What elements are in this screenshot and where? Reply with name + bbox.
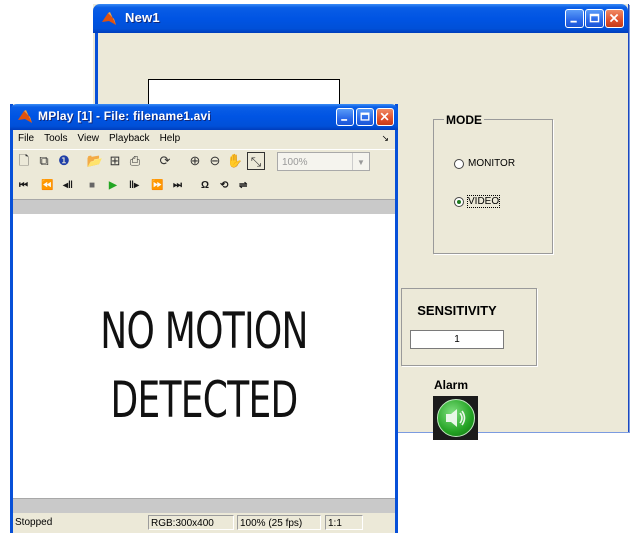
snapshot-icon[interactable]: ⎙	[126, 152, 144, 170]
alarm-label: Alarm	[434, 378, 469, 392]
mplay-title: MPlay [1] - File: filename1.avi	[38, 109, 211, 123]
close-button[interactable]	[605, 9, 624, 28]
radio-video-indicator[interactable]	[454, 196, 464, 207]
sensitivity-input[interactable]: 1	[410, 330, 504, 349]
status-bar: Stopped RGB:300x400 100% (25 fps) 1:1	[13, 513, 395, 533]
refresh-icon[interactable]: ⟳	[156, 152, 174, 170]
maximize-button[interactable]	[585, 9, 604, 28]
sensitivity-title: SENSITIVITY	[417, 303, 497, 318]
alarm-indicator	[437, 399, 475, 437]
radio-monitor-label: MONITOR	[468, 158, 516, 169]
radio-video[interactable]: VIDEO	[454, 195, 501, 208]
video-message-line2: DETECTED	[110, 371, 298, 429]
close-button[interactable]	[376, 108, 394, 126]
alarm-button[interactable]	[433, 396, 478, 440]
status-state: Stopped	[15, 517, 53, 528]
menu-file[interactable]: File	[13, 130, 39, 147]
zoom-in-icon[interactable]: ⊕	[186, 152, 204, 170]
fit-to-window-icon[interactable]: ⤡	[247, 152, 265, 170]
go-to-end-icon[interactable]: ⏭	[173, 178, 182, 194]
video-display: NO MOTION DETECTED	[13, 214, 395, 498]
radio-monitor-indicator[interactable]	[454, 158, 464, 169]
video-message-line1: NO MOTION	[100, 302, 308, 360]
jump-icon[interactable]: Ω	[201, 178, 209, 194]
video-top-border	[13, 199, 395, 214]
new1-titlebar[interactable]: New1	[93, 4, 628, 33]
mode-title: MODE	[444, 113, 484, 127]
video-bottom-border	[13, 498, 395, 513]
speaker-icon	[446, 409, 466, 427]
minimize-button[interactable]	[565, 9, 584, 28]
info-icon[interactable]: ❶	[55, 152, 73, 170]
mplay-titlebar[interactable]: MPlay [1] - File: filename1.avi	[10, 104, 398, 130]
new1-title: New1	[125, 10, 160, 25]
mplay-window: MPlay [1] - File: filename1.avi File Too…	[10, 104, 398, 533]
main-toolbar: 🗋 ⧉ ❶ 📂 ⊞ ⎙ ⟳ ⊕ ⊖ ✋ ⤡ 100% ▼	[13, 149, 395, 174]
new-file-icon[interactable]: 🗋	[15, 152, 33, 170]
matlab-logo-icon	[102, 12, 116, 25]
menu-tools[interactable]: Tools	[39, 130, 72, 147]
dock-arrow-icon[interactable]: ↘	[381, 133, 389, 144]
menu-view[interactable]: View	[72, 130, 104, 147]
open-folder-icon[interactable]: 📂	[86, 152, 104, 170]
step-back-icon[interactable]: ◂‖	[63, 178, 73, 194]
fast-forward-icon[interactable]: ⏩	[151, 178, 163, 194]
status-format: RGB:300x400	[148, 515, 234, 530]
loop-icon[interactable]: ⟲	[220, 178, 228, 194]
status-rate: 100% (25 fps)	[237, 515, 321, 530]
mode-panel: MODE MONITOR VIDEO	[433, 113, 553, 254]
zoom-value: 100%	[282, 157, 308, 168]
sensitivity-panel: SENSITIVITY 1	[401, 288, 537, 366]
export-icon[interactable]: ⊞	[106, 152, 124, 170]
minimize-button[interactable]	[336, 108, 354, 126]
zoom-select[interactable]: 100% ▼	[277, 152, 370, 171]
connect-icon[interactable]: ⧉	[35, 152, 53, 170]
playback-toolbar: ⏮ ⏪ ◂‖ ■ ▶ ‖▸ ⏩ ⏭ Ω ⟲ ⇌	[13, 175, 395, 197]
autoreverse-icon[interactable]: ⇌	[239, 178, 247, 194]
stop-icon[interactable]: ■	[89, 178, 95, 194]
play-icon[interactable]: ▶	[109, 178, 117, 194]
status-ratio: 1:1	[325, 515, 363, 530]
chevron-down-icon[interactable]: ▼	[352, 153, 369, 170]
menu-bar: File Tools View Playback Help	[13, 130, 395, 147]
go-to-start-icon[interactable]: ⏮	[19, 178, 28, 194]
maximize-button[interactable]	[356, 108, 374, 126]
radio-monitor[interactable]: MONITOR	[454, 158, 515, 169]
step-forward-icon[interactable]: ‖▸	[129, 178, 139, 194]
menu-playback[interactable]: Playback	[104, 130, 155, 147]
matlab-logo-icon	[18, 110, 32, 123]
rewind-icon[interactable]: ⏪	[41, 178, 53, 194]
zoom-out-icon[interactable]: ⊖	[206, 152, 224, 170]
pan-hand-icon[interactable]: ✋	[226, 152, 244, 170]
radio-video-label: VIDEO	[466, 195, 501, 208]
menu-help[interactable]: Help	[155, 130, 186, 147]
